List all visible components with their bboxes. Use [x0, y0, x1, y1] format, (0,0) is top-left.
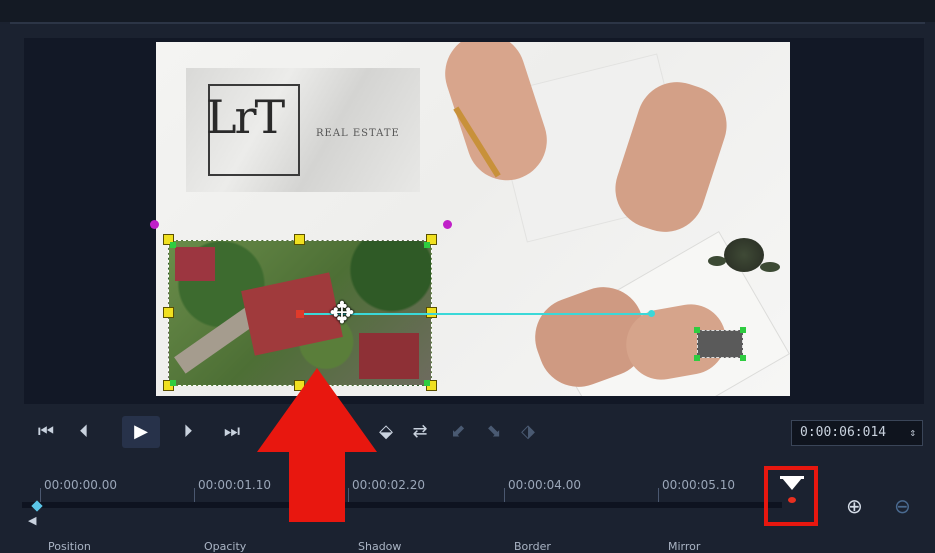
ruler-label: 00:00:05.10	[662, 478, 735, 492]
timecode-stepper-icon[interactable]: ⇕	[909, 421, 916, 445]
go-to-end-button[interactable]: ⏭	[218, 416, 246, 448]
ruler-tick	[348, 488, 349, 502]
window-top-bar	[0, 0, 935, 22]
next-frame-button[interactable]: ⏵	[174, 416, 202, 448]
tab-opacity[interactable]: Opacity	[204, 540, 246, 553]
zoom-in-icon[interactable]: ⊕	[846, 494, 863, 518]
previous-frame-button[interactable]: ⏴	[70, 416, 98, 448]
logo-subtitle: REAL ESTATE	[316, 128, 400, 139]
distort-handle[interactable]	[424, 242, 430, 248]
distort-handle[interactable]	[170, 380, 176, 386]
highlight-box	[764, 466, 818, 526]
distort-handle[interactable]	[694, 355, 700, 361]
annotation-arrow-stem	[289, 450, 345, 522]
plant-leaf	[760, 262, 780, 272]
ruler-tick	[658, 488, 659, 502]
tab-border[interactable]: Border	[514, 540, 551, 553]
motion-path-end-point[interactable]	[648, 310, 655, 317]
timecode-field[interactable]: 0:00:06:014 ⇕	[791, 420, 923, 446]
swap-direction-icon[interactable]: ⇄	[408, 416, 432, 448]
ease-in-icon[interactable]: ⬙	[374, 416, 398, 448]
logo-mark: LrT	[206, 90, 285, 144]
rotate-handle[interactable]	[443, 220, 452, 229]
distort-handle[interactable]	[170, 242, 176, 248]
motion-path-target-box[interactable]	[697, 330, 743, 358]
anchor-point[interactable]	[296, 310, 304, 318]
distort-handle[interactable]	[740, 327, 746, 333]
background-plant	[724, 238, 764, 272]
resize-handle-left[interactable]	[163, 307, 174, 318]
overlay-roof	[175, 247, 215, 281]
distort-handle[interactable]	[694, 327, 700, 333]
distort-handle[interactable]	[424, 380, 430, 386]
ruler-label: 00:00:00.00	[44, 478, 117, 492]
play-button[interactable]: ▶	[122, 416, 160, 448]
go-to-start-button[interactable]: ⏮	[32, 416, 60, 448]
ruler-label: 00:00:01.10	[198, 478, 271, 492]
logo-card: LrT REAL ESTATE	[186, 68, 420, 192]
timeline-track[interactable]	[22, 502, 782, 508]
move-left-icon[interactable]: ⬋	[446, 416, 470, 448]
property-tabs: Position Opacity Shadow Border Mirror	[0, 538, 935, 553]
zoom-out-icon[interactable]: ⊖	[894, 494, 911, 518]
move-cursor-icon: ✥	[329, 296, 355, 331]
frame-border	[10, 22, 925, 24]
scroll-left-icon[interactable]: ◀	[28, 514, 36, 527]
tab-position[interactable]: Position	[48, 540, 91, 553]
plant-leaf	[708, 256, 726, 266]
timecode-value: 0:00:06:014	[800, 425, 887, 440]
resize-handle-top[interactable]	[294, 234, 305, 245]
ruler-tick	[40, 488, 41, 502]
distort-handle[interactable]	[740, 355, 746, 361]
ruler-tick	[194, 488, 195, 502]
rotate-handle[interactable]	[150, 220, 159, 229]
tab-mirror[interactable]: Mirror	[668, 540, 700, 553]
ruler-tick	[504, 488, 505, 502]
tab-shadow[interactable]: Shadow	[358, 540, 401, 553]
timeline-ruler[interactable]: 00:00:00.00 00:00:01.10 00:00:02.20 00:0…	[22, 470, 782, 510]
ruler-label: 00:00:04.00	[508, 478, 581, 492]
move-right-icon[interactable]: ⬊	[482, 416, 506, 448]
annotation-arrow-head	[257, 368, 377, 452]
playback-toolbar: ⏮ ⏴ ▶ ⏵ ⏭ ⬙ ⇄ ⬋ ⬊ ⬗	[24, 412, 924, 452]
ruler-label: 00:00:02.20	[352, 478, 425, 492]
ease-out-icon[interactable]: ⬗	[516, 416, 540, 448]
